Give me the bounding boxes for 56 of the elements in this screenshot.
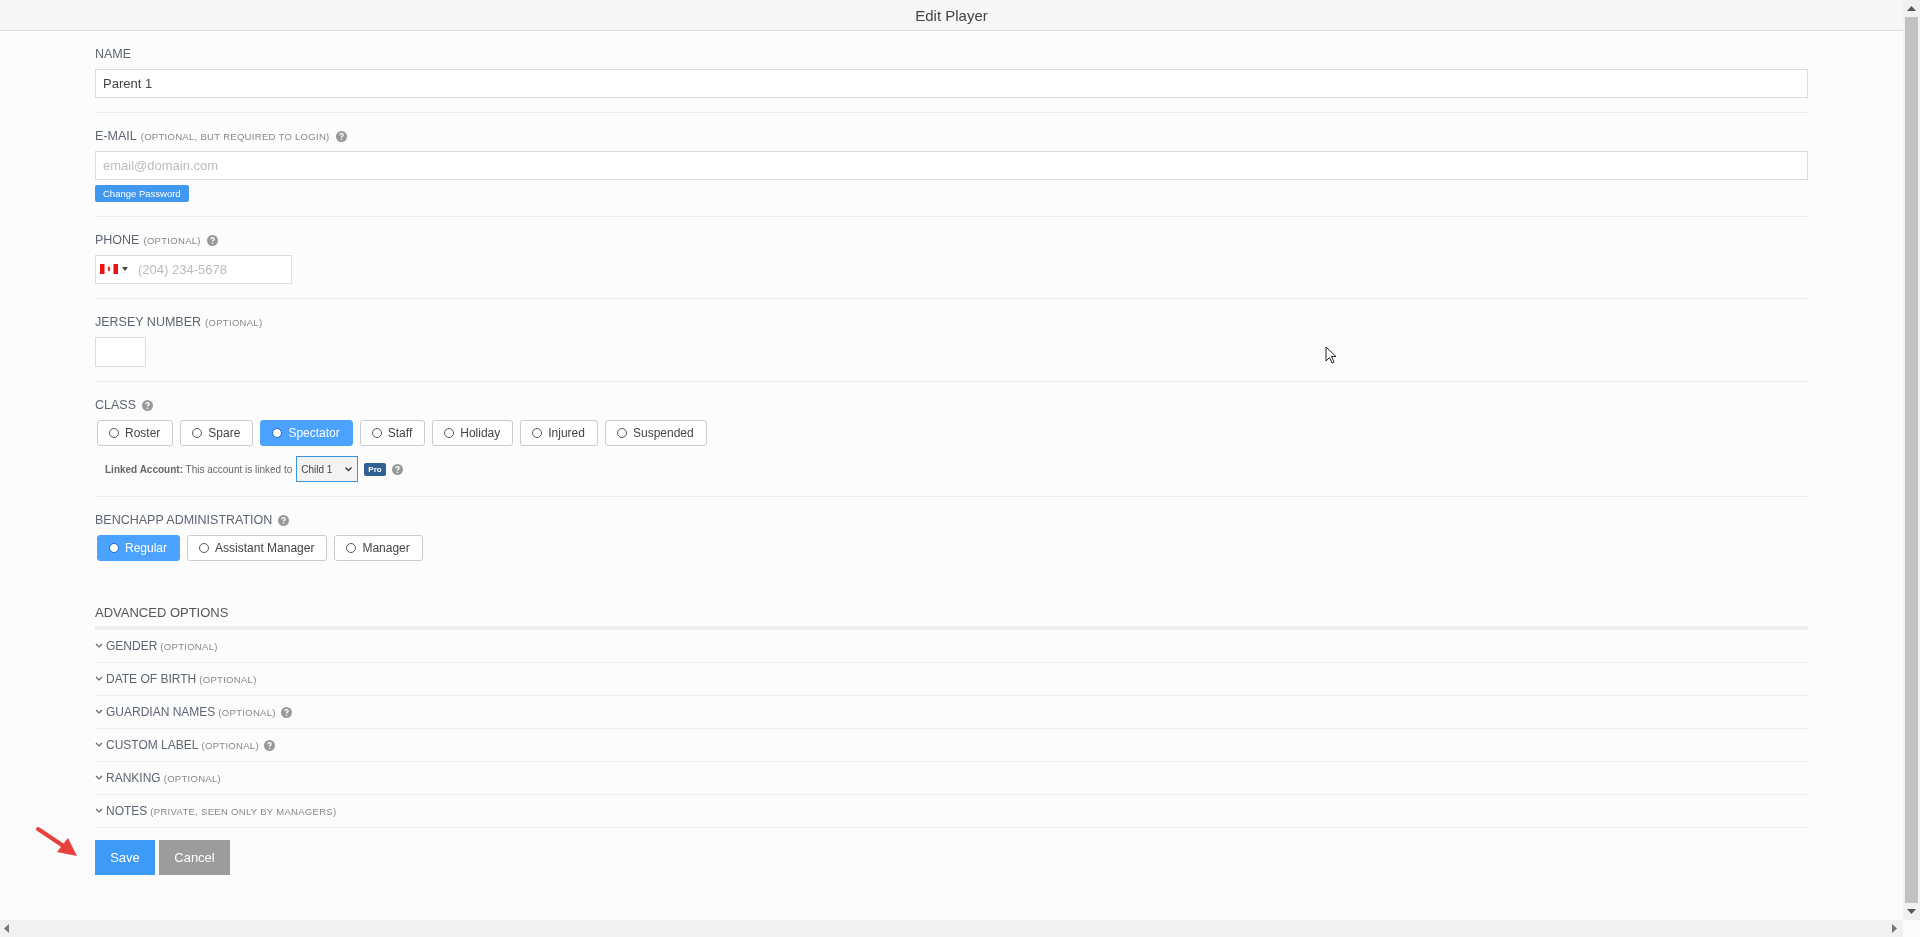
help-icon[interactable] (278, 514, 290, 526)
chevron-down-icon (95, 742, 103, 748)
dialog-title: Edit Player (915, 6, 988, 24)
collapsible-option[interactable]: CUSTOM LABEL (OPTIONAL) (95, 738, 259, 752)
administration-option[interactable]: Assistant Manager (187, 535, 328, 561)
linked-account-select[interactable]: Child 1 (296, 456, 359, 482)
field-label: BENCHAPP ADMINISTRATION (95, 513, 273, 527)
phone-input[interactable]: (204) 234-5678 (95, 255, 292, 284)
administration-option[interactable]: Manager (334, 535, 423, 561)
email-input[interactable]: email@domain.com (95, 151, 1808, 180)
scroll-right-icon[interactable] (1892, 924, 1897, 933)
class-option[interactable]: Suspended (604, 420, 707, 446)
class-option[interactable]: Roster (97, 420, 174, 446)
pro-badge: Pro (364, 462, 386, 476)
horizontal-scrollbar[interactable] (0, 920, 1903, 937)
help-icon[interactable] (263, 739, 275, 751)
collapsible-option[interactable]: GUARDIAN NAMES (OPTIONAL) (95, 705, 276, 719)
collapsible-option[interactable]: DATE OF BIRTH (OPTIONAL) (95, 672, 257, 686)
chevron-down-icon (95, 676, 103, 682)
field-label: PHONE (95, 233, 140, 247)
field-label: JERSEY NUMBER (95, 315, 202, 329)
field-label: CLASS (95, 398, 136, 412)
chevron-down-icon (345, 466, 353, 472)
collapsible-option[interactable]: RANKING (OPTIONAL) (95, 771, 222, 785)
name-input[interactable]: Parent 1 (95, 69, 1808, 98)
country-selector[interactable] (100, 264, 128, 274)
section-heading: ADVANCED OPTIONS (95, 605, 229, 620)
field-note: (OPTIONAL) (205, 316, 263, 328)
class-option[interactable]: Staff (359, 420, 426, 446)
class-option[interactable]: Spare (180, 420, 254, 446)
field-note: (OPTIONAL) (143, 234, 201, 246)
linked-account-text: Linked Account: This account is linked to (105, 463, 293, 475)
field-note: (OPTIONAL, BUT REQUIRED TO LOGIN) (140, 130, 330, 142)
field-label: E-MAIL (95, 129, 137, 143)
collapsible-option[interactable]: GENDER (OPTIONAL) (95, 639, 218, 653)
chevron-down-icon (95, 709, 103, 715)
chevron-down-icon (95, 775, 103, 781)
collapsible-option[interactable]: NOTES (PRIVATE, SEEN ONLY BY MANAGERS) (95, 804, 337, 818)
mouse-pointer-icon (1325, 346, 1337, 364)
help-icon[interactable] (142, 399, 153, 411)
vertical-scrollbar[interactable] (1903, 0, 1920, 920)
scroll-up-icon[interactable] (1907, 6, 1916, 11)
help-icon[interactable] (280, 706, 292, 718)
help-icon[interactable] (335, 130, 347, 142)
class-option[interactable]: Injured (520, 420, 598, 446)
scroll-down-icon[interactable] (1907, 909, 1916, 914)
chevron-down-icon (95, 808, 103, 814)
scroll-left-icon[interactable] (4, 924, 9, 933)
help-icon[interactable] (391, 463, 403, 475)
field-label: NAME (95, 47, 132, 61)
arrow-icon (35, 826, 79, 858)
jersey-number-input[interactable] (95, 337, 146, 367)
chevron-down-icon (95, 643, 103, 649)
class-option[interactable]: Holiday (432, 420, 514, 446)
help-icon[interactable] (206, 234, 218, 246)
caret-icon (122, 267, 128, 271)
